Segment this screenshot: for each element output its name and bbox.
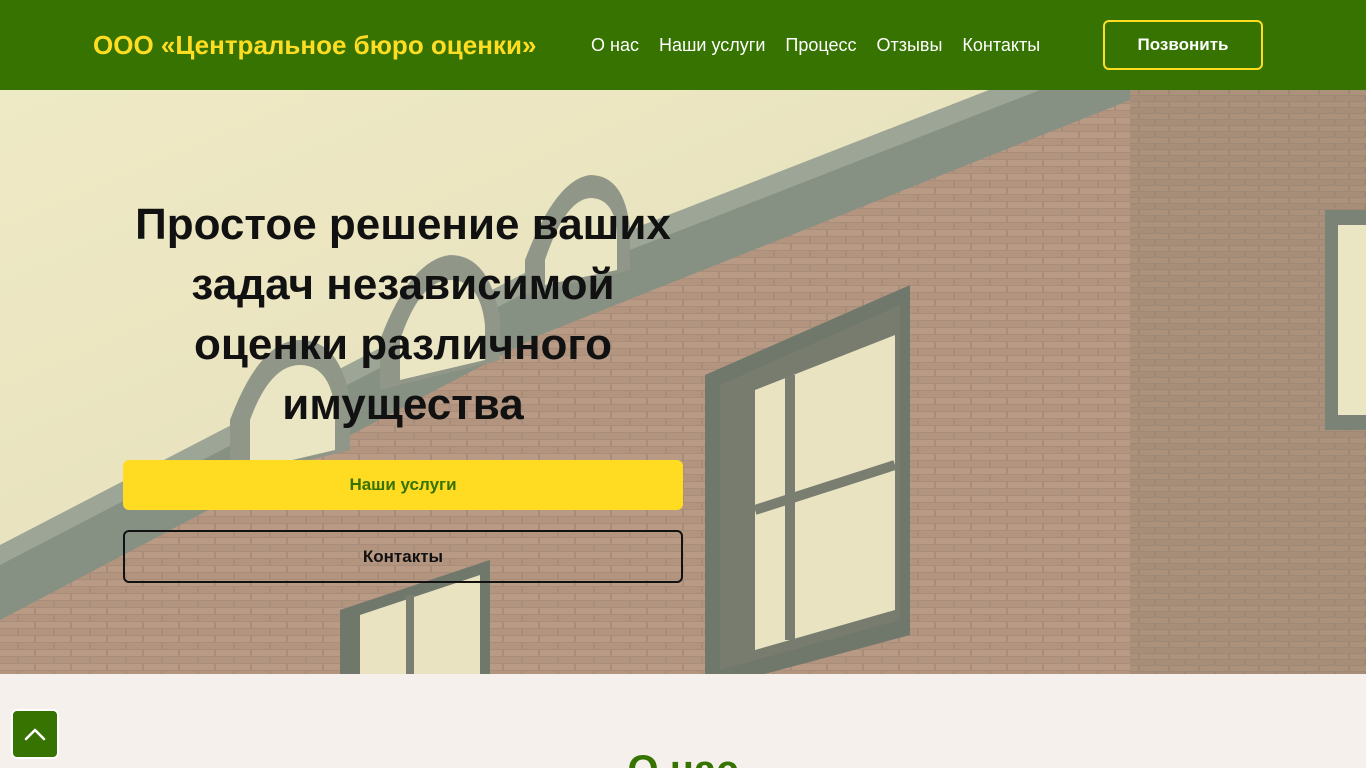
nav-link-about[interactable]: О нас xyxy=(591,35,639,56)
about-section-title: О нас xyxy=(0,748,1366,768)
brand-name[interactable]: ООО «Центральное бюро оценки» xyxy=(93,30,536,61)
hero-content: Простое решение ваших задач независимой … xyxy=(123,195,683,583)
nav-link-services[interactable]: Наши услуги xyxy=(659,35,765,56)
scroll-to-top-button[interactable] xyxy=(11,709,59,759)
nav-link-process[interactable]: Процесс xyxy=(785,35,856,56)
contacts-button[interactable]: Контакты xyxy=(123,530,683,583)
main-nav: О нас Наши услуги Процесс Отзывы Контакт… xyxy=(591,35,1060,56)
hero-title: Простое решение ваших задач независимой … xyxy=(135,200,671,429)
nav-link-reviews[interactable]: Отзывы xyxy=(876,35,942,56)
call-button[interactable]: Позвонить xyxy=(1103,20,1263,70)
services-button[interactable]: Наши услуги xyxy=(123,460,683,510)
hero-section: Простое решение ваших задач независимой … xyxy=(0,90,1366,674)
site-header: ООО «Центральное бюро оценки» О нас Наши… xyxy=(0,0,1366,90)
chevron-up-icon xyxy=(24,728,46,741)
nav-link-contacts[interactable]: Контакты xyxy=(962,35,1040,56)
